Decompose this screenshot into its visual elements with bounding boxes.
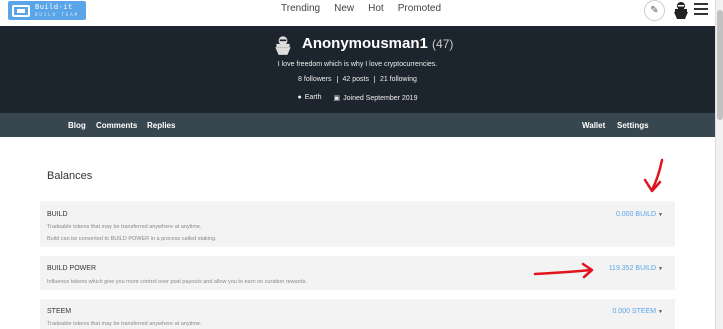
pencil-icon[interactable]: ✎ (644, 0, 665, 21)
scrollbar-thumb[interactable] (717, 10, 723, 120)
logo-text: Build-it BUILD TEAM (35, 2, 80, 17)
location-pin-icon: ● (297, 94, 302, 101)
nav-new[interactable]: New (334, 3, 354, 14)
hamburger-menu-icon[interactable] (694, 3, 708, 17)
nav-trending[interactable]: Trending (281, 3, 320, 14)
profile-tabs: Blog Comments Replies Wallet Settings (0, 113, 715, 137)
tab-replies[interactable]: Replies (147, 121, 175, 130)
profile-joined: ▣ Joined September 2019 (333, 95, 418, 102)
logo-icon (12, 4, 30, 17)
site-logo[interactable]: Build-it BUILD TEAM (8, 1, 86, 20)
build-power-balance-dropdown[interactable]: 119.352 BUILD ▼ (609, 265, 663, 272)
balance-row-steem: STEEM Tradeable tokens that may be trans… (40, 299, 675, 329)
calendar-icon: ▣ (333, 95, 341, 102)
balance-desc: Build can be converted to BUILD POWER in… (47, 236, 217, 242)
profile-username: Anonymousman1 (47) (302, 35, 454, 52)
wallet-content: Balances BUILD Tradeable tokens that may… (0, 137, 715, 329)
top-navbar: Build-it BUILD TEAM Trending New Hot Pro… (0, 0, 715, 26)
tab-wallet[interactable]: Wallet (582, 121, 605, 130)
caret-down-icon: ▼ (658, 266, 663, 272)
nav-promoted[interactable]: Promoted (398, 3, 441, 14)
profile-header: Anonymousman1 (47) I love freedom which … (0, 26, 715, 113)
balance-desc: Tradeable tokens that may be transferred… (47, 224, 202, 230)
profile-bio: I love freedom which is why I love crypt… (277, 61, 438, 68)
caret-down-icon: ▼ (658, 309, 663, 315)
balance-desc: Tradeable tokens that may be transferred… (47, 321, 202, 327)
reputation-score: (47) (432, 37, 454, 51)
caret-down-icon: ▼ (658, 212, 663, 218)
tab-settings[interactable]: Settings (617, 121, 649, 130)
nav-hot[interactable]: Hot (368, 3, 384, 14)
balances-heading: Balances (47, 170, 93, 182)
balance-name: BUILD (47, 211, 68, 218)
profile-stats: 8 followers 42 posts 21 following (0, 76, 715, 83)
page-scrollbar[interactable] (715, 0, 723, 329)
build-balance-dropdown[interactable]: 0.000 BUILD ▼ (616, 211, 663, 218)
balance-name: BUILD POWER (47, 265, 97, 272)
profile-avatar (275, 36, 291, 55)
tab-blog[interactable]: Blog (68, 121, 86, 130)
posts-link[interactable]: 42 posts (338, 76, 375, 83)
balance-row-build: BUILD Tradeable tokens that may be trans… (40, 201, 675, 247)
user-avatar[interactable] (671, 0, 691, 20)
profile-meta: ● Earth ▣ Joined September 2019 (0, 94, 715, 102)
page: Build-it BUILD TEAM Trending New Hot Pro… (0, 0, 723, 329)
balance-name: STEEM (47, 308, 72, 315)
followers-link[interactable]: 8 followers (293, 76, 338, 83)
profile-location: ● Earth (297, 94, 322, 101)
steem-balance-dropdown[interactable]: 0.000 STEEM ▼ (612, 308, 663, 315)
main-nav: Trending New Hot Promoted (281, 3, 455, 14)
tab-comments[interactable]: Comments (96, 121, 137, 130)
following-link[interactable]: 21 following (375, 76, 422, 83)
balance-desc: Influence tokens which give you more con… (47, 279, 307, 285)
annotation-arrow-right (533, 262, 594, 279)
annotation-arrow-down (643, 158, 664, 193)
